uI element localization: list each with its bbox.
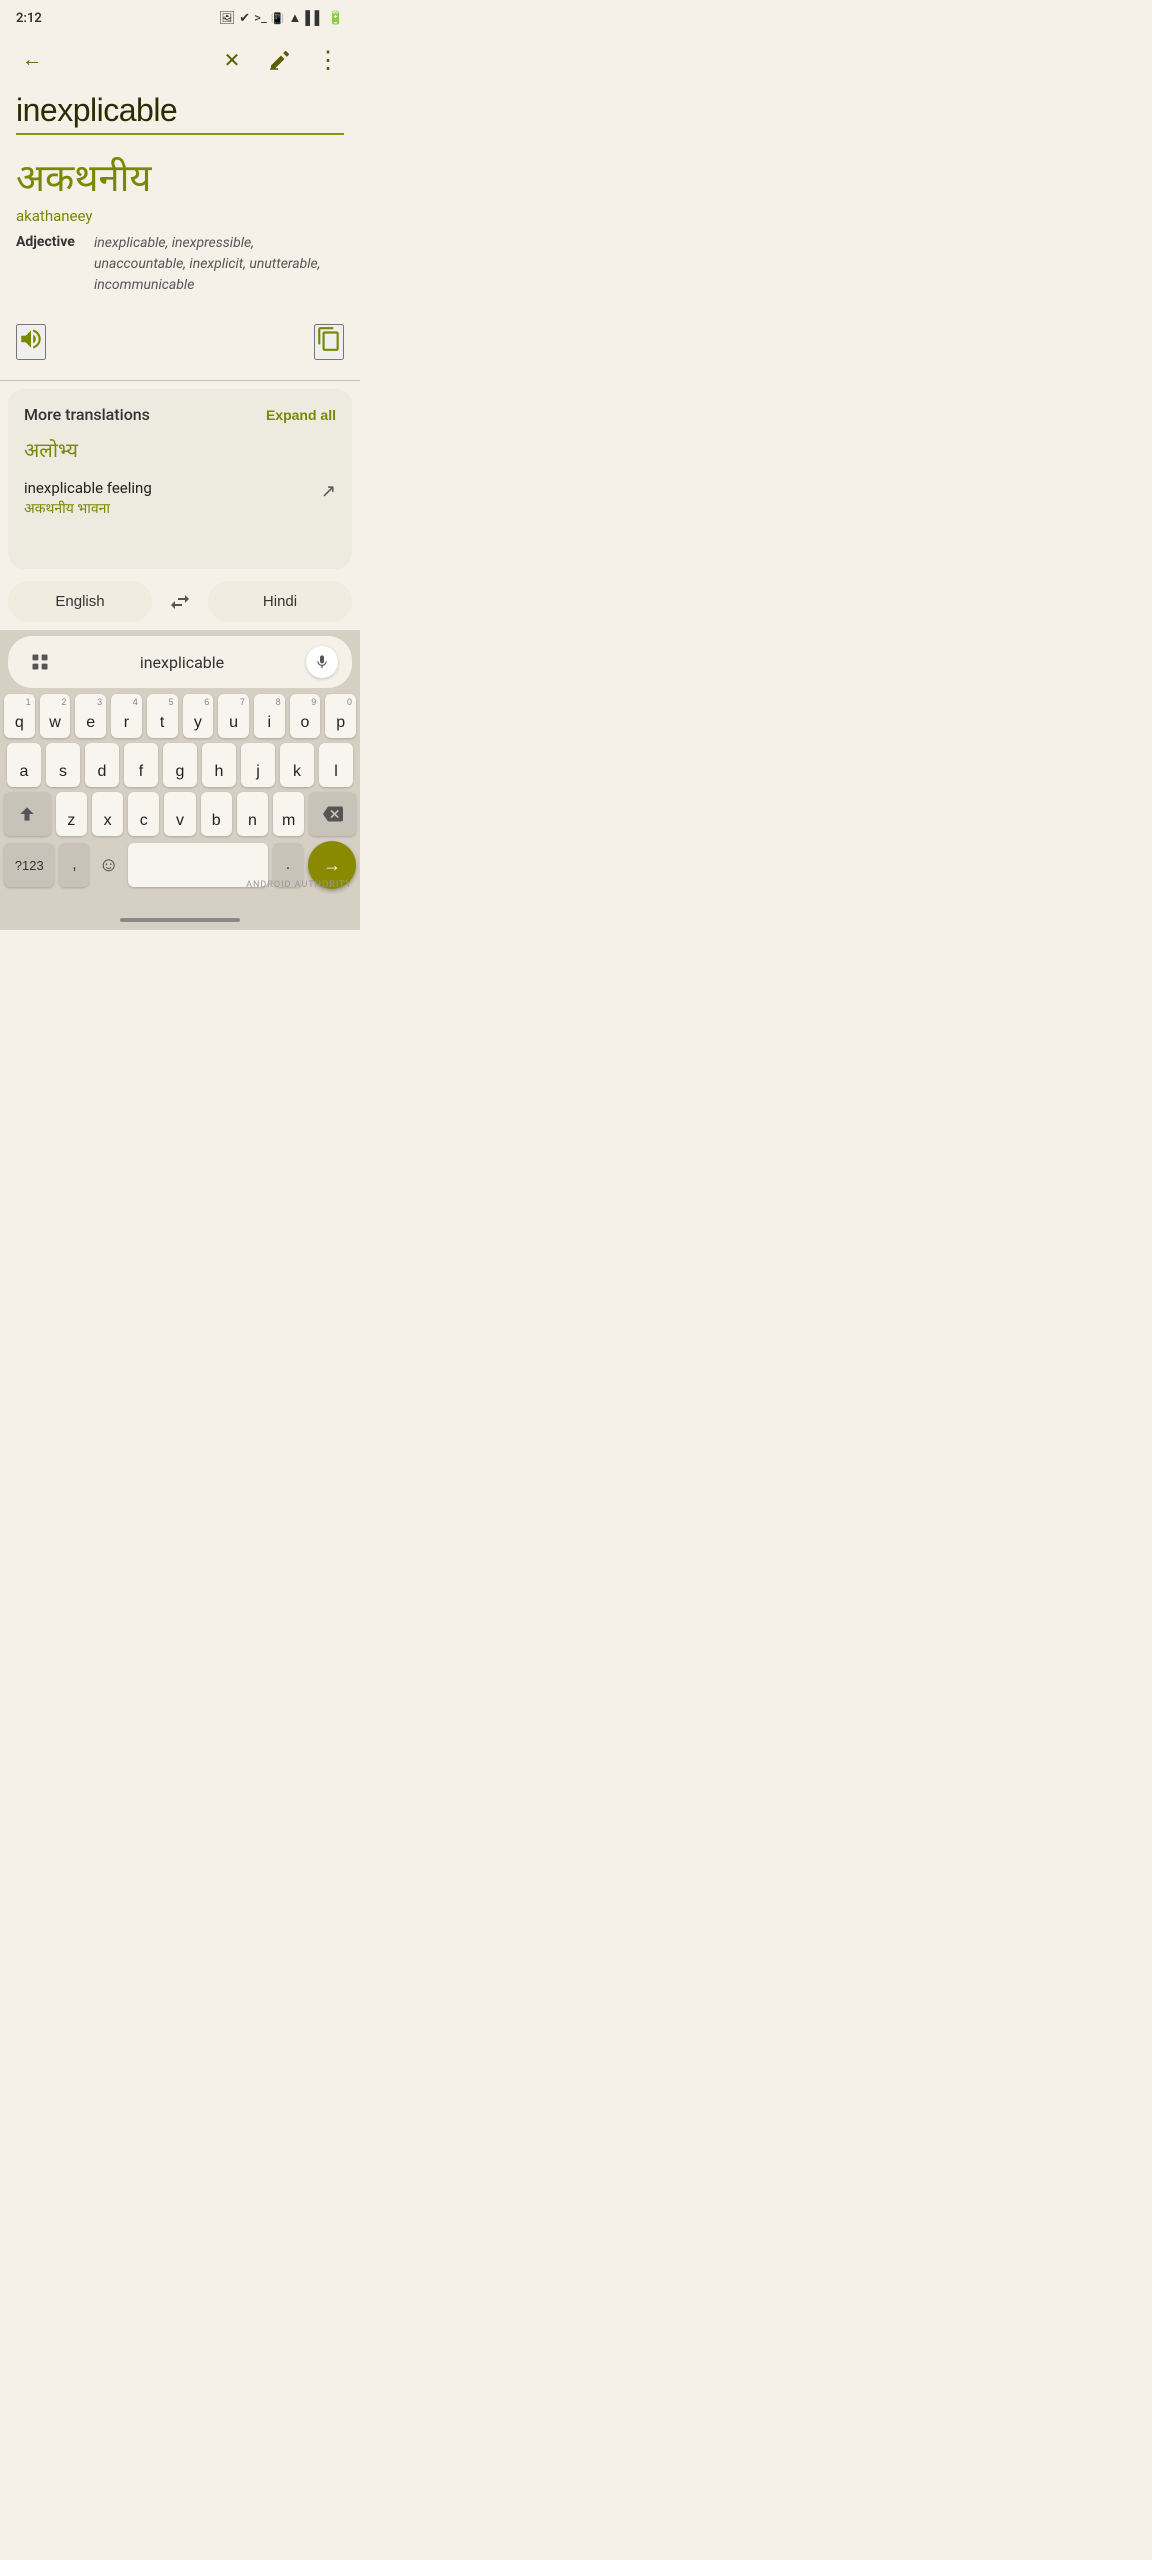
key-r[interactable]: r4 — [111, 694, 142, 738]
lang-switch: English Hindi — [8, 581, 352, 622]
emoji-button[interactable]: ☺ — [94, 854, 122, 877]
key-n[interactable]: n — [237, 792, 268, 836]
annotate-icon — [268, 48, 292, 72]
toolbar-right: ✕ ⋮ — [212, 40, 348, 80]
key-v[interactable]: v — [164, 792, 195, 836]
home-bar — [120, 918, 240, 922]
key-l[interactable]: l — [319, 743, 353, 787]
key-h[interactable]: h — [202, 743, 236, 787]
copy-button[interactable] — [314, 324, 344, 360]
close-button[interactable]: ✕ — [212, 40, 252, 80]
search-input[interactable] — [16, 92, 344, 135]
key-g[interactable]: g — [163, 743, 197, 787]
key-c[interactable]: c — [128, 792, 159, 836]
key-x[interactable]: x — [92, 792, 123, 836]
key-d[interactable]: d — [85, 743, 119, 787]
key-y[interactable]: y6 — [183, 694, 214, 738]
keyboard-row-2: a s d f g h j k l — [4, 743, 356, 787]
result-area: अकथनीय akathaneey Adjective inexplicable… — [0, 135, 360, 308]
phrase-hindi: अकथनीय भावना — [24, 499, 152, 518]
wifi-icon: ▲ — [289, 10, 302, 26]
status-time: 2:12 — [16, 11, 42, 26]
check-icon: ✔ — [239, 11, 250, 26]
key-t[interactable]: t5 — [147, 694, 178, 738]
key-p[interactable]: p0 — [325, 694, 356, 738]
pos-synonyms: inexplicable, inexpressible, unaccountab… — [94, 233, 344, 296]
keyboard-row-1: q1 w2 e3 r4 t5 y6 u7 i8 o9 p0 — [4, 694, 356, 738]
status-icons: 🖼 ✔ >_ 📳 ▲ ▌▌ 🔋 — [219, 10, 344, 26]
shift-button[interactable] — [4, 792, 51, 836]
more-translations-panel: More translations Expand all अलोभ्य inex… — [8, 389, 352, 569]
key-z[interactable]: z — [56, 792, 87, 836]
toolbar-left: ← — [12, 40, 52, 80]
target-lang-button[interactable]: Hindi — [208, 581, 352, 622]
back-button[interactable]: ← — [12, 40, 52, 80]
keyboard-row-3: z x c v b n m — [4, 792, 356, 836]
action-row — [0, 312, 360, 372]
toolbar: ← ✕ ⋮ — [0, 32, 360, 88]
key-u[interactable]: u7 — [218, 694, 249, 738]
expand-all-button[interactable]: Expand all — [266, 407, 336, 423]
phrase-left: inexplicable feeling अकथनीय भावना — [24, 479, 152, 518]
key-s[interactable]: s — [46, 743, 80, 787]
key-q[interactable]: q1 — [4, 694, 35, 738]
keyboard-input-text: inexplicable — [58, 653, 306, 672]
num-mode-button[interactable]: ?123 — [4, 843, 54, 887]
key-a[interactable]: a — [7, 743, 41, 787]
more-translations-title: More translations — [24, 405, 150, 424]
keyboard: inexplicable q1 w2 e3 r4 t5 y6 u7 i8 o9 … — [0, 630, 360, 901]
pos-label: Adjective — [16, 233, 86, 250]
home-indicator — [0, 901, 360, 930]
keyboard-search-bar: inexplicable — [8, 636, 352, 688]
signal-icon: ▌▌ — [305, 10, 323, 26]
transliteration: akathaneey — [16, 207, 344, 225]
input-area — [0, 88, 360, 135]
source-lang-button[interactable]: English — [8, 581, 152, 622]
pos-row: Adjective inexplicable, inexpressible, u… — [16, 233, 344, 296]
attribution: ANDROID AUTHORITY — [246, 880, 352, 890]
speaker-button[interactable] — [16, 324, 46, 360]
key-i[interactable]: i8 — [254, 694, 285, 738]
gallery-icon: 🖼 — [219, 11, 236, 26]
key-o[interactable]: o9 — [290, 694, 321, 738]
phrase-english: inexplicable feeling — [24, 479, 152, 497]
key-f[interactable]: f — [124, 743, 158, 787]
open-phrase-icon[interactable]: ↗ — [321, 481, 336, 502]
vibrate-icon: 📳 — [271, 12, 285, 25]
key-w[interactable]: w2 — [40, 694, 71, 738]
hindi-word: अकथनीय — [16, 151, 344, 203]
key-j[interactable]: j — [241, 743, 275, 787]
hindi-alt-word: अलोभ्य — [24, 436, 336, 463]
more-button[interactable]: ⋮ — [308, 40, 348, 80]
key-comma[interactable]: , — [59, 843, 89, 887]
key-k[interactable]: k — [280, 743, 314, 787]
divider — [0, 380, 360, 381]
terminal-icon: >_ — [254, 11, 267, 26]
phrase-row: inexplicable feeling अकथनीय भावना ↗ — [24, 471, 336, 526]
battery-icon: 🔋 — [328, 11, 344, 26]
key-m[interactable]: m — [273, 792, 304, 836]
status-bar: 2:12 🖼 ✔ >_ 📳 ▲ ▌▌ 🔋 — [0, 0, 360, 32]
backspace-button[interactable] — [309, 792, 356, 836]
keyboard-mic-button[interactable] — [306, 646, 338, 678]
more-header: More translations Expand all — [24, 405, 336, 424]
keyboard-grid-button[interactable] — [22, 644, 58, 680]
key-b[interactable]: b — [201, 792, 232, 836]
annotate-button[interactable] — [260, 40, 300, 80]
swap-languages-button[interactable] — [160, 582, 200, 622]
key-e[interactable]: e3 — [75, 694, 106, 738]
